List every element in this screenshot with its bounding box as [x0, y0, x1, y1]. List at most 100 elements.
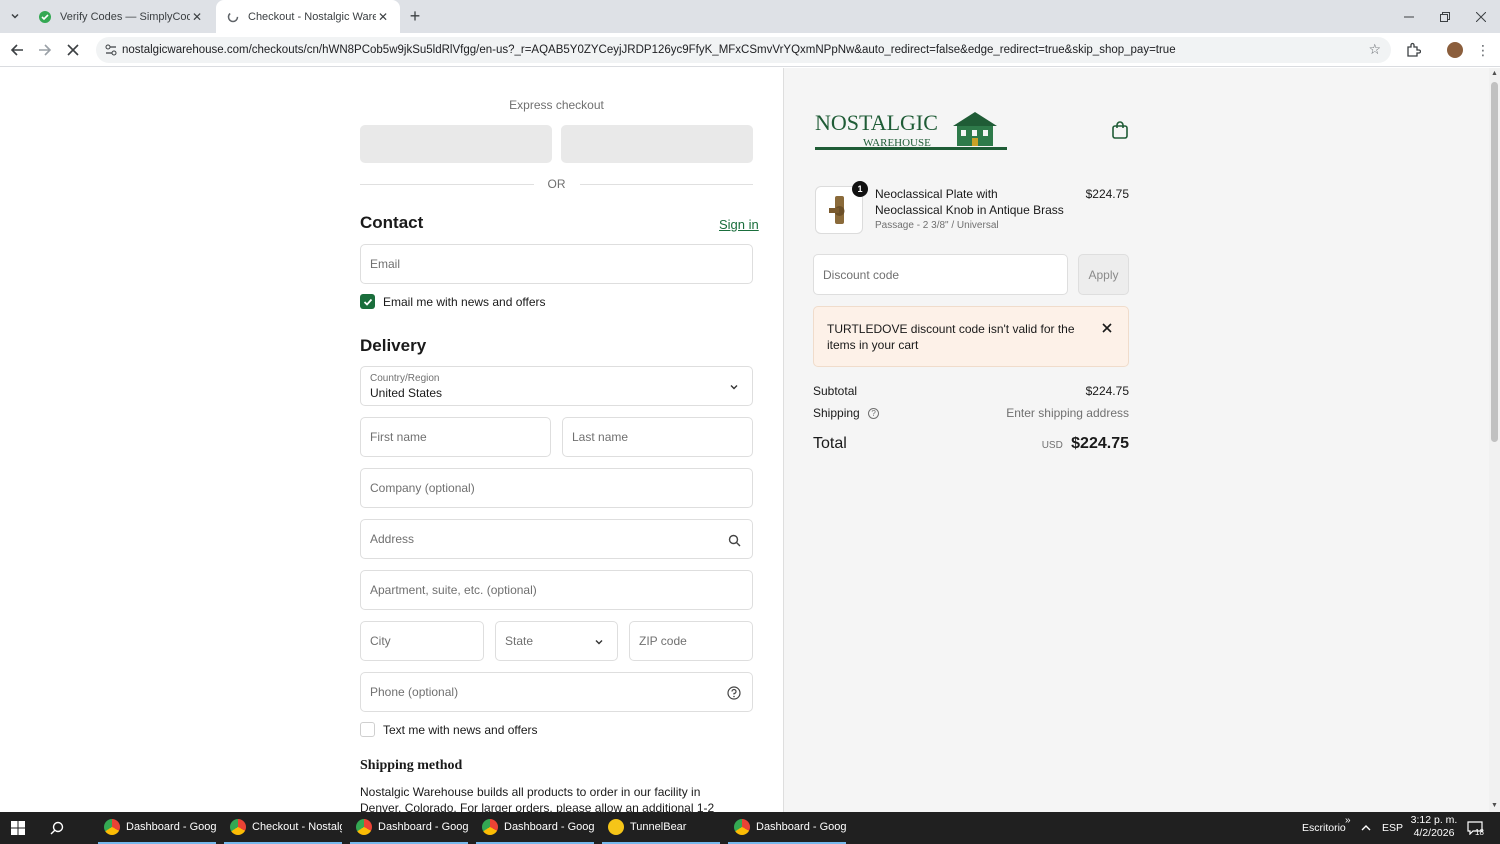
- taskbar-app-label: Dashboard - Googl...: [126, 821, 216, 833]
- url-text: nostalgicwarehouse.com/checkouts/cn/hWN8…: [122, 44, 1176, 56]
- email-news-label: Email me with news and offers: [383, 294, 546, 309]
- forward-icon[interactable]: [34, 39, 56, 61]
- system-clock[interactable]: 3:12 p. m. 4/2/2026: [1404, 814, 1464, 840]
- loading-favicon-icon: [226, 10, 240, 24]
- contact-heading: Contact: [360, 213, 424, 232]
- stop-loading-icon[interactable]: [62, 39, 84, 61]
- chrome-icon: [734, 819, 750, 835]
- zip-field[interactable]: ZIP code: [629, 621, 753, 661]
- product-price: $224.75: [1085, 187, 1129, 201]
- city-field[interactable]: City: [360, 621, 484, 661]
- chevron-down-icon: [591, 634, 607, 650]
- email-news-row[interactable]: Email me with news and offers: [360, 294, 546, 309]
- quantity-badge: 1: [852, 181, 868, 197]
- tab-close-icon[interactable]: ✕: [190, 10, 204, 24]
- tab-checkout[interactable]: Checkout - Nostalgic Warehouse ✕: [216, 0, 400, 33]
- checkout-page: Express checkout OR Contact Sign in Emai…: [0, 68, 1489, 812]
- page-scrollbar[interactable]: ▲ ▼: [1489, 68, 1500, 812]
- subtotal-row: Subtotal $224.75: [813, 384, 1129, 398]
- text-news-label: Text me with news and offers: [383, 722, 538, 737]
- taskbar-app-label: Dashboard - Googl...: [756, 821, 846, 833]
- product-variant: Passage - 2 3/8" / Universal: [875, 220, 999, 231]
- shipping-help-icon[interactable]: ?: [868, 408, 880, 420]
- shipping-method-heading: Shipping method: [360, 758, 463, 773]
- company-field[interactable]: Company (optional): [360, 468, 753, 508]
- desktop-toolbar-label[interactable]: Escritorio: [1302, 812, 1346, 844]
- express-pay-button[interactable]: [561, 125, 753, 163]
- email-field[interactable]: Email: [360, 244, 753, 284]
- sign-in-link[interactable]: Sign in: [719, 217, 759, 232]
- taskbar-app[interactable]: Dashboard - Googl...: [728, 812, 846, 844]
- taskbar-app[interactable]: Dashboard - Googl...: [98, 812, 216, 844]
- express-pay-button[interactable]: [360, 125, 552, 163]
- search-icon: [726, 532, 742, 548]
- taskbar-search-icon[interactable]: [40, 812, 74, 844]
- discount-code-field[interactable]: Discount code: [813, 254, 1068, 295]
- tab-title: Verify Codes — SimplyCodes: [60, 10, 190, 23]
- tab-simplycodes[interactable]: Verify Codes — SimplyCodes ✕: [28, 0, 214, 33]
- text-news-checkbox[interactable]: [360, 722, 375, 737]
- tab-close-icon[interactable]: ✕: [376, 10, 390, 24]
- nostalgic-warehouse-logo[interactable]: NOSTALGIC WAREHOUSE: [815, 108, 1015, 154]
- chrome-icon: [230, 819, 246, 835]
- apply-discount-button[interactable]: Apply: [1078, 254, 1129, 295]
- profile-avatar[interactable]: [1445, 40, 1465, 60]
- or-label: OR: [547, 177, 566, 191]
- tab-search-button[interactable]: [4, 6, 26, 26]
- subtotal-value: $224.75: [1085, 384, 1129, 398]
- discount-error-alert: TURTLEDOVE discount code isn't valid for…: [813, 306, 1129, 367]
- toolbar-expand-icon[interactable]: »: [1345, 804, 1351, 836]
- phone-field[interactable]: Phone (optional): [360, 672, 753, 712]
- tab-title: Checkout - Nostalgic Warehouse: [248, 10, 376, 23]
- taskbar-app[interactable]: TunnelBear: [602, 812, 720, 844]
- address-bar[interactable]: nostalgicwarehouse.com/checkouts/cn/hWN8…: [96, 37, 1391, 63]
- tray-overflow-icon[interactable]: [1361, 812, 1371, 844]
- close-icon[interactable]: [1100, 321, 1114, 335]
- text-news-row[interactable]: Text me with news and offers: [360, 722, 538, 737]
- first-name-field[interactable]: First name: [360, 417, 551, 457]
- taskbar-app-label: Dashboard - Googl...: [378, 821, 468, 833]
- taskbar-app[interactable]: Dashboard - Googl...: [476, 812, 594, 844]
- bookmark-star-icon[interactable]: ☆: [1368, 41, 1381, 58]
- product-name: Neoclassical Plate with Neoclassical Kno…: [875, 187, 1064, 217]
- delivery-heading: Delivery: [360, 336, 427, 355]
- shipping-method-text: Nostalgic Warehouse builds all products …: [360, 785, 715, 812]
- email-news-checkbox[interactable]: [360, 294, 375, 309]
- help-icon[interactable]: [726, 685, 742, 701]
- browser-toolbar: nostalgicwarehouse.com/checkouts/cn/hWN8…: [0, 33, 1500, 67]
- scroll-down-icon[interactable]: ▼: [1491, 802, 1498, 809]
- last-name-field[interactable]: Last name: [562, 417, 753, 457]
- close-window-icon[interactable]: [1463, 0, 1499, 33]
- extensions-icon[interactable]: [1403, 40, 1423, 60]
- windows-start-icon[interactable]: [0, 812, 36, 844]
- country-select[interactable]: Country/Region United States: [360, 366, 753, 406]
- language-indicator[interactable]: ESP: [1382, 812, 1403, 844]
- taskbar-app[interactable]: Dashboard - Googl...: [350, 812, 468, 844]
- site-info-icon[interactable]: [104, 43, 118, 57]
- taskbar-app-label: Dashboard - Googl...: [504, 821, 594, 833]
- scroll-up-icon[interactable]: ▲: [1491, 70, 1498, 77]
- new-tab-icon[interactable]: +: [404, 6, 426, 26]
- minimize-icon[interactable]: [1391, 0, 1427, 33]
- scroll-thumb[interactable]: [1491, 82, 1498, 442]
- chrome-icon: [356, 819, 372, 835]
- browser-menu-icon[interactable]: ⋮: [1473, 40, 1493, 60]
- clock-time: 3:12 p. m.: [1410, 814, 1458, 826]
- taskbar-app[interactable]: Checkout - Nostalgi...: [224, 812, 342, 844]
- phone-placeholder: Phone (optional): [370, 685, 459, 699]
- notification-center-icon[interactable]: 18: [1467, 812, 1484, 844]
- browser-tab-bar: Verify Codes — SimplyCodes ✕ Checkout - …: [0, 0, 1500, 33]
- apartment-field[interactable]: Apartment, suite, etc. (optional): [360, 570, 753, 610]
- taskbar-app-label: Checkout - Nostalgi...: [252, 821, 342, 833]
- address-field[interactable]: Address: [360, 519, 753, 559]
- taskbar-app-label: TunnelBear: [630, 821, 687, 833]
- brand-top-text: NOSTALGIC: [815, 110, 938, 135]
- state-select[interactable]: State: [495, 621, 618, 661]
- chrome-icon: [104, 819, 120, 835]
- restore-icon[interactable]: [1427, 0, 1463, 33]
- shopping-bag-icon[interactable]: [1111, 120, 1129, 140]
- check-icon: [363, 298, 372, 306]
- back-icon[interactable]: [6, 39, 28, 61]
- clock-date: 4/2/2026: [1413, 827, 1455, 839]
- total-currency: USD: [1041, 440, 1063, 451]
